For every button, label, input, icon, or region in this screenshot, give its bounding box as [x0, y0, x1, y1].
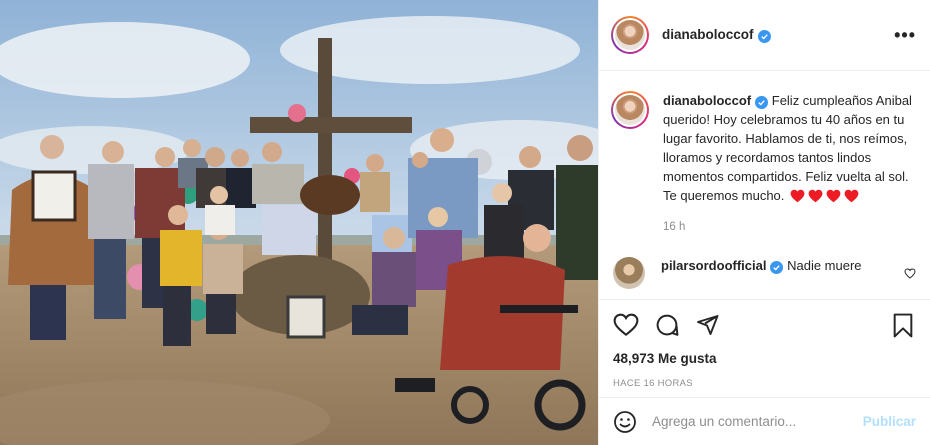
- publish-button[interactable]: Publicar: [863, 414, 916, 429]
- comment-item: pilarsordoofficial Nadie muere: [599, 233, 930, 289]
- bookmark-icon[interactable]: [892, 313, 914, 338]
- heart-emojis: [790, 189, 859, 203]
- photo-illustration: [0, 0, 598, 445]
- caption-author-username[interactable]: dianaboloccof: [663, 93, 751, 108]
- caption-timestamp[interactable]: 16 h: [663, 221, 916, 233]
- heart-emoji-icon: [826, 189, 841, 203]
- comment-body-text: Nadie muere: [787, 258, 862, 273]
- post-date[interactable]: HACE 16 HORAS: [613, 378, 914, 389]
- heart-emoji-icon: [790, 189, 805, 203]
- verified-badge-icon: [770, 261, 784, 274]
- post-sidebar: dianaboloccof ••• dianaboloccof Feliz cu…: [598, 0, 930, 445]
- share-icon[interactable]: [695, 313, 720, 337]
- heart-emoji-icon: [844, 189, 859, 203]
- caption-text: dianaboloccof Feliz cumpleaños Anibal qu…: [663, 91, 916, 205]
- commenter-username[interactable]: pilarsordoofficial: [661, 258, 766, 273]
- author-avatar[interactable]: [611, 16, 649, 54]
- comment-text: pilarsordoofficial Nadie muere: [661, 257, 898, 275]
- author-username[interactable]: dianaboloccof: [662, 27, 771, 43]
- avatar-image: [615, 20, 645, 50]
- add-comment-bar: Publicar: [599, 397, 930, 445]
- verified-badge-icon: [757, 30, 771, 43]
- like-icon[interactable]: [613, 313, 639, 337]
- more-options-icon[interactable]: •••: [894, 26, 916, 44]
- avatar-image: [615, 95, 645, 125]
- caption-author-avatar[interactable]: [611, 91, 649, 129]
- post-photo[interactable]: [0, 0, 598, 445]
- like-comment-icon[interactable]: [904, 267, 916, 282]
- caption-body-text: Feliz cumpleaños Anibal querido! Hoy cel…: [663, 93, 912, 203]
- comment-icon[interactable]: [654, 313, 680, 338]
- action-icons: [613, 312, 914, 338]
- instagram-post-view: dianaboloccof ••• dianaboloccof Feliz cu…: [0, 0, 930, 445]
- caption-comment: dianaboloccof Feliz cumpleaños Anibal qu…: [599, 72, 930, 233]
- post-actions: 48,973 Me gusta HACE 16 HORAS: [599, 299, 930, 389]
- comments-list: dianaboloccof Feliz cumpleaños Anibal qu…: [599, 72, 930, 298]
- emoji-icon[interactable]: [613, 410, 637, 434]
- likes-count[interactable]: 48,973 Me gusta: [613, 351, 914, 366]
- comment-input[interactable]: [652, 414, 863, 429]
- verified-badge-icon: [755, 96, 769, 109]
- heart-emoji-icon: [808, 189, 823, 203]
- commenter-avatar[interactable]: [613, 257, 645, 289]
- post-header: dianaboloccof •••: [599, 0, 930, 71]
